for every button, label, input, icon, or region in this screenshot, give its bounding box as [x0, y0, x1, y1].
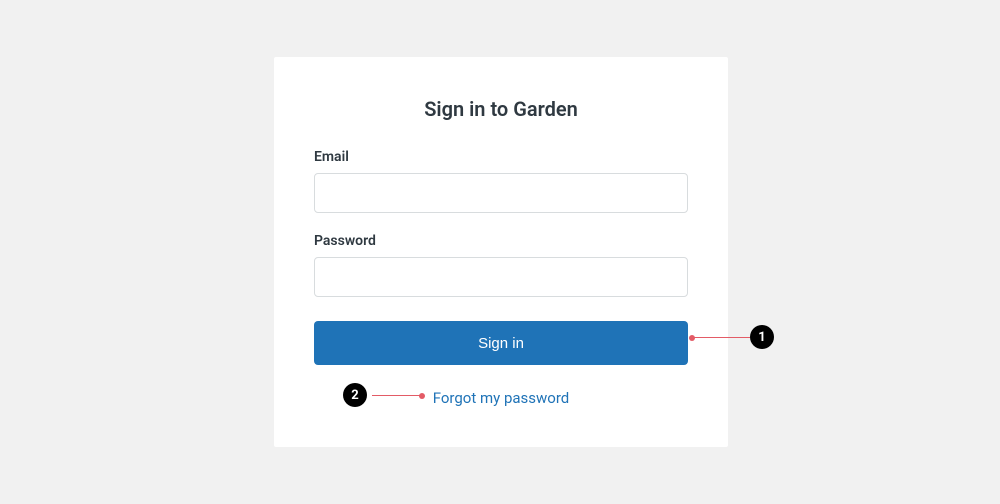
signin-card: Sign in to Garden Email Password Sign in…: [274, 57, 728, 447]
email-field[interactable]: [314, 173, 688, 213]
email-label: Email: [314, 149, 688, 165]
annotation-line-2: [372, 395, 422, 396]
signin-button[interactable]: Sign in: [314, 321, 688, 365]
email-field-group: Email: [314, 149, 688, 213]
page-title: Sign in to Garden: [314, 97, 688, 121]
password-field[interactable]: [314, 257, 688, 297]
annotation-line-1: [692, 337, 750, 338]
annotation-badge-2: 2: [343, 383, 367, 407]
password-field-group: Password: [314, 233, 688, 297]
annotation-badge-1: 1: [750, 325, 774, 349]
password-label: Password: [314, 233, 688, 249]
forgot-password-link[interactable]: Forgot my password: [314, 389, 688, 407]
